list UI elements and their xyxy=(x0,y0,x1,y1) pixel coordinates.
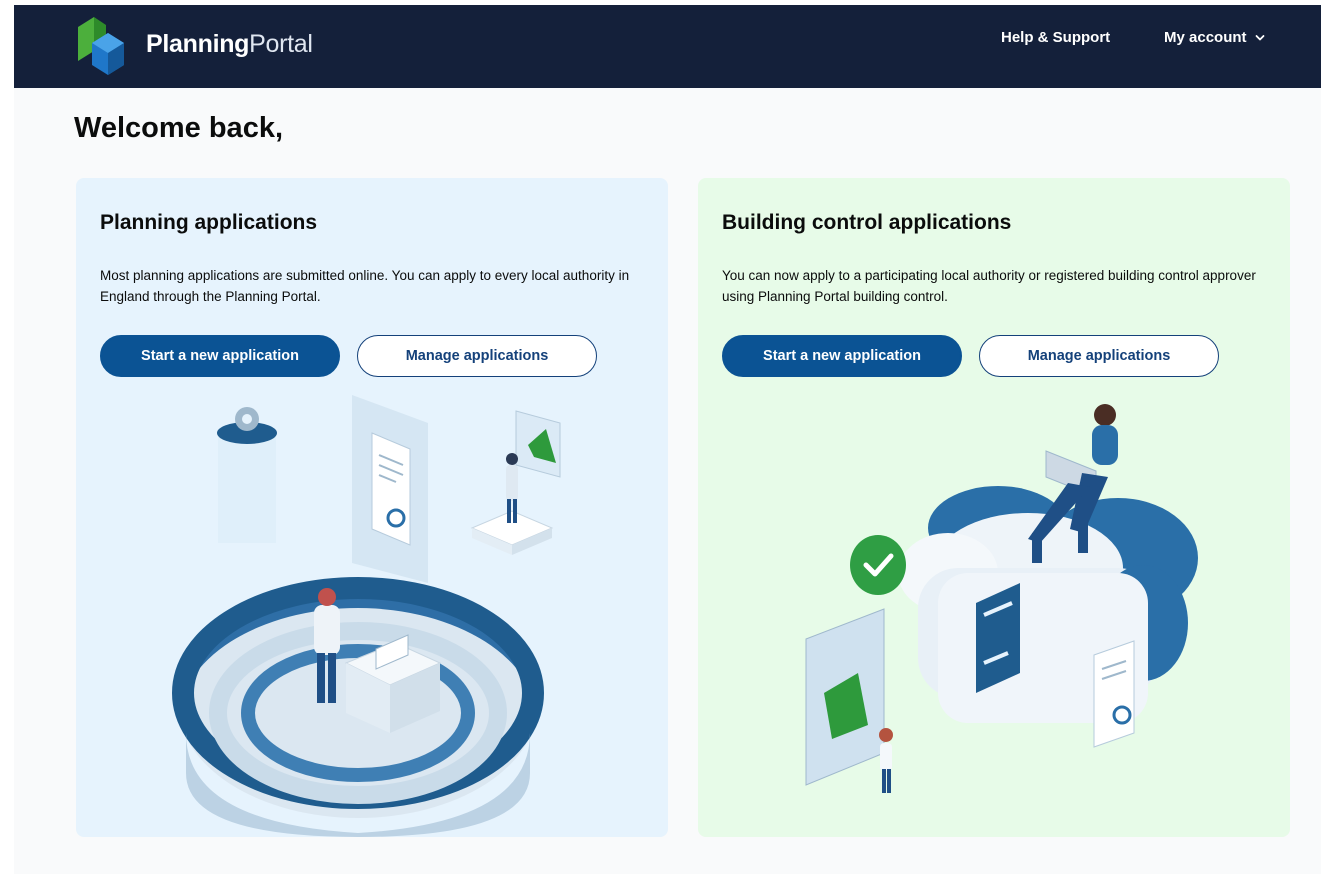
my-account-label: My account xyxy=(1164,29,1247,46)
start-new-building-control-application-button[interactable]: Start a new application xyxy=(722,335,962,377)
manage-planning-applications-button[interactable]: Manage applications xyxy=(357,335,597,377)
logo-wordmark-light: Portal xyxy=(249,29,313,58)
manage-building-control-applications-button[interactable]: Manage applications xyxy=(979,335,1219,377)
card-description: You can now apply to a participating loc… xyxy=(722,268,1256,304)
document-icon xyxy=(1093,640,1135,748)
start-new-planning-application-button[interactable]: Start a new application xyxy=(100,335,340,377)
document-icon xyxy=(371,432,411,546)
planning-illustration xyxy=(172,395,561,837)
logo-wordmark-bold: Planning xyxy=(146,29,250,58)
help-support-link[interactable]: Help & Support xyxy=(1001,27,1110,49)
welcome-heading: Welcome back, xyxy=(74,112,284,144)
planning-applications-card: Planning applications Most planning appl… xyxy=(76,178,668,837)
chevron-down-icon xyxy=(1255,35,1264,41)
page: PlanningPortal Help & Support My account… xyxy=(14,5,1321,874)
card-title: Building control applications xyxy=(722,211,1012,234)
checkmark-icon xyxy=(850,535,906,595)
card-title: Planning applications xyxy=(100,211,318,234)
building-control-applications-card: Building control applications You can no… xyxy=(698,178,1290,837)
planning-portal-logo[interactable]: PlanningPortal xyxy=(74,13,334,75)
card-description: Most planning applications are submitted… xyxy=(100,268,630,304)
logo-wordmark: PlanningPortal xyxy=(146,30,313,59)
planning-portal-logo-icon xyxy=(78,17,124,75)
gear-icon xyxy=(217,407,277,543)
my-account-menu[interactable]: My account xyxy=(1164,27,1265,49)
building-control-illustration xyxy=(805,404,1198,793)
top-navigation-bar: PlanningPortal Help & Support My account xyxy=(14,5,1321,88)
